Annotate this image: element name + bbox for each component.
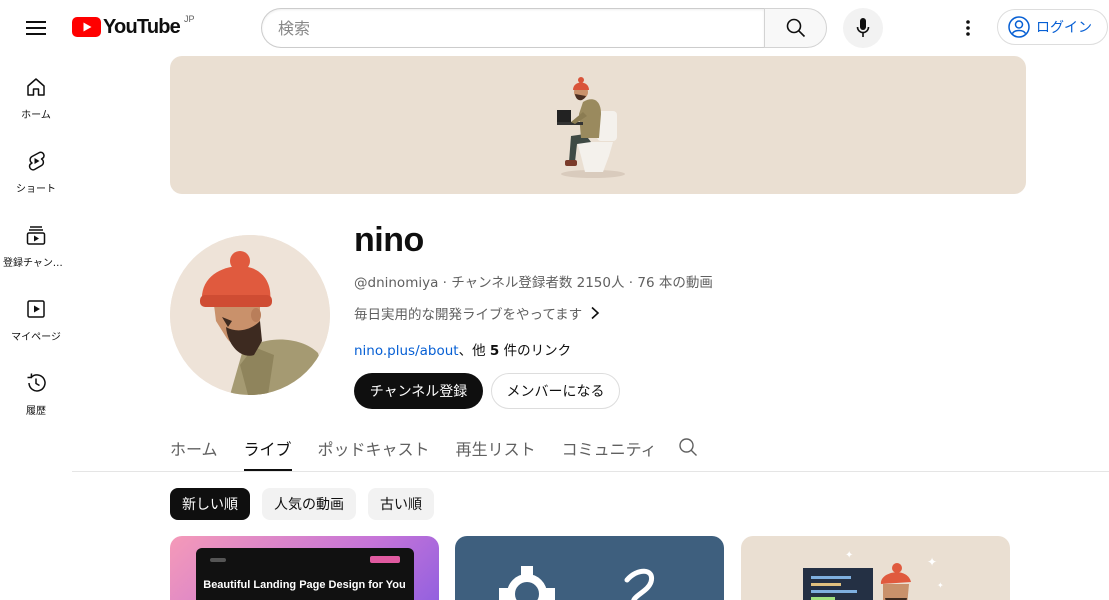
- chip-newest[interactable]: 新しい順: [170, 488, 250, 520]
- tab-podcasts[interactable]: ポッドキャスト: [318, 426, 430, 471]
- login-button[interactable]: ログイン: [997, 9, 1108, 45]
- logo-wordmark: YouTube: [103, 15, 181, 38]
- channel-tabs: ホーム ライブ ポッドキャスト 再生リスト コミュニティ: [170, 426, 697, 471]
- search-button[interactable]: [764, 8, 827, 48]
- sidebar-item-label: 登録チャンネル: [3, 258, 69, 269]
- description-text: 毎日実用的な開発ライブをやってます: [354, 307, 583, 323]
- region-code: JP: [183, 14, 195, 24]
- thumbnail-title: Beautiful Landing Page Design for You: [203, 579, 406, 591]
- top-bar: YouTube JP ログイン: [0, 0, 1109, 56]
- channel-link[interactable]: nino.plus/about: [354, 343, 459, 359]
- tabs-divider: [72, 471, 1109, 472]
- sidebar-item-my-page[interactable]: マイページ: [0, 278, 72, 352]
- links-suffix[interactable]: 件のリンク: [499, 343, 572, 359]
- svg-text:✦: ✦: [937, 581, 944, 590]
- sidebar-item-subscriptions[interactable]: 登録チャンネル: [0, 204, 72, 278]
- banner-illustration: [557, 77, 625, 178]
- channel-handle: @dninomiya: [354, 275, 439, 291]
- shorts-icon: [28, 151, 45, 171]
- channel-meta: @dninomiya · チャンネル登録者数 2150人 · 76 本の動画: [354, 271, 713, 291]
- youtube-logo[interactable]: YouTube JP: [72, 14, 195, 38]
- voice-search-button[interactable]: [843, 8, 883, 48]
- sidebar-item-shorts[interactable]: ショート: [0, 130, 72, 204]
- sidebar-item-label: 履歴: [26, 406, 46, 417]
- thumbnail-screen: [196, 548, 414, 600]
- channel-links: nino.plus/about、他 5 件のリンク: [354, 339, 571, 359]
- subscribe-button[interactable]: チャンネル登録: [354, 373, 483, 409]
- thumbnail-artwork: ✦ ✦ ✦: [803, 550, 944, 600]
- hamburger-menu-icon: [26, 21, 46, 35]
- channel-name: nino: [354, 221, 424, 259]
- video-count: 76 本の動画: [637, 275, 713, 291]
- video-thumbnail[interactable]: Beautiful Landing Page Design for You: [170, 536, 439, 600]
- my-page-icon: [27, 300, 45, 318]
- svg-text:✦: ✦: [927, 555, 937, 569]
- sidebar-item-history[interactable]: 履歴: [0, 352, 72, 426]
- sidebar: ホーム ショート 登録チャンネル マイページ 履歴: [0, 56, 72, 426]
- subscriptions-icon: [26, 226, 46, 245]
- sidebar-item-home[interactable]: ホーム: [0, 56, 72, 130]
- join-membership-button[interactable]: メンバーになる: [491, 373, 620, 409]
- avatar-illustration: [170, 235, 330, 395]
- video-thumbnail[interactable]: [455, 536, 724, 600]
- settings-more-button[interactable]: [948, 8, 988, 48]
- chevron-right-icon: [591, 306, 600, 320]
- more-vertical-icon: [966, 20, 970, 36]
- microphone-icon: [856, 18, 870, 37]
- tab-home[interactable]: ホーム: [170, 426, 218, 471]
- search-box[interactable]: [261, 8, 764, 48]
- channel-avatar[interactable]: [170, 235, 330, 395]
- menu-button[interactable]: [16, 8, 56, 48]
- youtube-play-icon: [72, 17, 101, 37]
- tab-live[interactable]: ライブ: [243, 426, 292, 471]
- login-label: ログイン: [1036, 20, 1092, 36]
- account-circle-icon: [1008, 16, 1030, 38]
- history-icon: [27, 373, 46, 392]
- tab-community[interactable]: コミュニティ: [562, 426, 657, 471]
- svg-text:✦: ✦: [845, 550, 853, 561]
- sort-chips: 新しい順 人気の動画 古い順: [170, 488, 434, 520]
- thumbnail-artwork: [499, 566, 655, 600]
- links-prefix: 、他: [458, 343, 490, 359]
- sidebar-item-label: マイページ: [11, 332, 61, 343]
- chip-popular[interactable]: 人気の動画: [262, 488, 356, 520]
- sidebar-item-label: ホーム: [21, 110, 51, 121]
- chip-oldest[interactable]: 古い順: [368, 488, 434, 520]
- channel-description[interactable]: 毎日実用的な開発ライブをやってます: [354, 303, 600, 323]
- search-icon: [786, 18, 805, 38]
- channel-search-button[interactable]: [678, 437, 698, 461]
- search-input[interactable]: [278, 18, 764, 38]
- channel-banner: [170, 56, 1026, 194]
- home-icon: [27, 78, 45, 96]
- meta-separator: ·: [624, 275, 638, 291]
- sidebar-item-label: ショート: [16, 184, 56, 195]
- tab-playlists[interactable]: 再生リスト: [456, 426, 536, 471]
- video-thumbnail[interactable]: ✦ ✦ ✦: [741, 536, 1010, 600]
- subscriber-count: チャンネル登録者数 2150人: [451, 275, 625, 291]
- links-count[interactable]: 5: [490, 343, 499, 359]
- search-icon: [679, 438, 697, 456]
- meta-separator: ·: [438, 275, 452, 291]
